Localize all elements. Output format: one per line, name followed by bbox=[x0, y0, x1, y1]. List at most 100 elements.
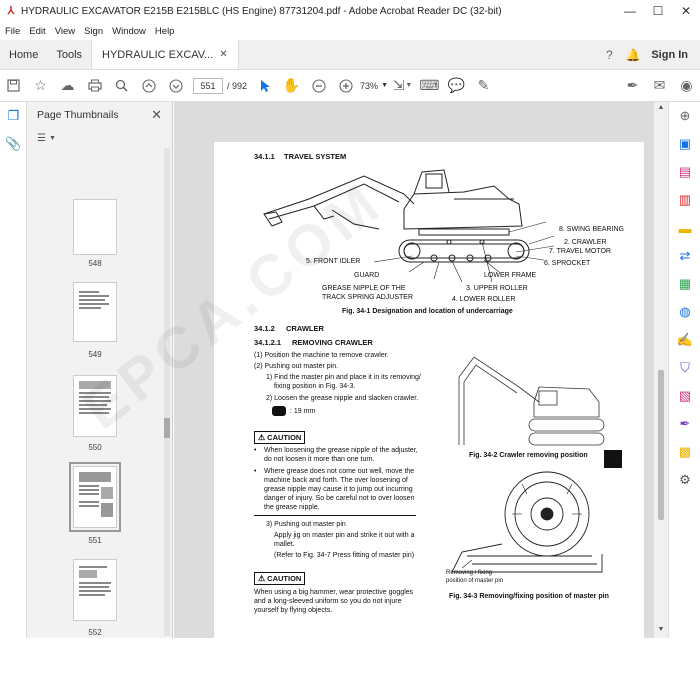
label-guard: GUARD bbox=[354, 272, 380, 279]
label-upper-roller: 3. UPPER ROLLER bbox=[466, 285, 528, 292]
menu-window[interactable]: Window bbox=[112, 26, 146, 37]
label-grease-nipple-2: TRACK SPRING ADJUSTER bbox=[322, 294, 414, 301]
account-icon[interactable]: ◉ bbox=[673, 74, 700, 98]
zoom-level-select[interactable]: 73% ▼ bbox=[359, 78, 389, 94]
sign-pen-icon[interactable]: ✒ bbox=[619, 74, 646, 98]
scroll-up-icon[interactable]: ▲ bbox=[654, 104, 668, 111]
notifications-bell-icon[interactable]: 🔔 bbox=[621, 48, 645, 62]
more-tools-icon[interactable]: ⚙ bbox=[669, 466, 700, 494]
previous-page-icon[interactable] bbox=[135, 74, 162, 98]
prepare-form-icon[interactable]: ▧ bbox=[669, 382, 700, 410]
thumbnail-panel-scrollbar[interactable] bbox=[164, 148, 170, 636]
main-toolbar: ☆ ☁ 551 / 992 ✋ 73% ▼ ⇲ ▼ ⌨ 💬 ✎ ✒ ✉ ◉ bbox=[0, 70, 700, 102]
help-icon[interactable]: ? bbox=[597, 48, 621, 62]
label-front-idler: 5. FRONT IDLER bbox=[306, 258, 361, 265]
close-window-button[interactable]: ✕ bbox=[672, 4, 700, 18]
fill-sign-icon[interactable]: ✍ bbox=[669, 326, 700, 354]
pen-highlight-icon[interactable]: ✎ bbox=[470, 74, 497, 98]
scroll-down-icon[interactable]: ▼ bbox=[654, 626, 668, 633]
compress-icon[interactable]: ▦ bbox=[669, 270, 700, 298]
step-2-3: 3) Pushing out master pin bbox=[266, 521, 346, 528]
document-scrollbar[interactable]: ▲ ▼ bbox=[654, 102, 668, 638]
thumbnail-label: 550 bbox=[88, 443, 102, 452]
document-viewport[interactable]: 34.1.1 TRAVEL SYSTEM 8. SWING BEARING 2.… bbox=[174, 102, 654, 638]
step-2-1b: fixing position in Fig. 34-3. bbox=[274, 383, 356, 390]
page-thumbnail-549[interactable] bbox=[73, 282, 117, 342]
keyboard-icon[interactable]: ⌨ bbox=[416, 74, 443, 98]
page-thumbnails-panel: Page Thumbnails ✕ ☰ ▼ bbox=[27, 102, 173, 638]
wrench-icon bbox=[272, 406, 286, 416]
chevron-down-icon: ▼ bbox=[48, 134, 56, 142]
menu-file[interactable]: File bbox=[5, 26, 20, 37]
export-pdf-icon[interactable]: ▥ bbox=[669, 186, 700, 214]
tab-home[interactable]: Home bbox=[0, 40, 47, 69]
minimize-button[interactable]: — bbox=[616, 4, 644, 18]
scrollbar-thumb[interactable] bbox=[658, 370, 664, 520]
step-2-2: 2) Loosen the grease nipple and slacken … bbox=[266, 395, 419, 402]
label-sprocket: 6. SPROCKET bbox=[544, 260, 591, 267]
tab-tools[interactable]: Tools bbox=[47, 40, 91, 69]
page-thumbnail-550[interactable] bbox=[73, 375, 117, 437]
upload-cloud-icon[interactable]: ☁ bbox=[54, 74, 81, 98]
caution-text: do not loosen it more than one turn. bbox=[264, 456, 375, 463]
close-panel-icon[interactable]: ✕ bbox=[151, 107, 162, 123]
section-number: 34.1.1 bbox=[254, 152, 275, 161]
email-icon[interactable]: ✉ bbox=[646, 74, 673, 98]
zoom-out-icon[interactable] bbox=[305, 74, 332, 98]
panel-title: Page Thumbnails bbox=[37, 109, 119, 121]
menu-view[interactable]: View bbox=[55, 26, 75, 37]
stamp-icon[interactable]: ▩ bbox=[669, 438, 700, 466]
options-list-icon: ☰ bbox=[37, 132, 46, 144]
menu-help[interactable]: Help bbox=[155, 26, 175, 37]
section-number: 34.1.2 bbox=[254, 324, 275, 333]
comment-tool-icon[interactable]: ▬ bbox=[669, 214, 700, 242]
section-title: CRAWLER bbox=[286, 324, 324, 333]
organize-pages-icon[interactable]: ▤ bbox=[669, 158, 700, 186]
label-swing-bearing: 8. SWING BEARING bbox=[559, 226, 624, 233]
caution-label: CAUTION bbox=[267, 433, 302, 442]
menu-edit[interactable]: Edit bbox=[29, 26, 45, 37]
menu-bar: File Edit View Sign Window Help bbox=[0, 22, 700, 40]
print-icon[interactable] bbox=[81, 74, 108, 98]
bookmark-star-icon[interactable]: ☆ bbox=[27, 74, 54, 98]
maximize-button[interactable]: ☐ bbox=[644, 4, 672, 18]
tab-document[interactable]: HYDRAULIC EXCAV... ✕ bbox=[91, 40, 239, 69]
caution-text: yourself by flying objects. bbox=[254, 607, 333, 614]
hand-tool-icon[interactable]: ✋ bbox=[278, 74, 305, 98]
step-2: (2) Pushing out master pin. bbox=[254, 363, 339, 370]
zoom-in-icon[interactable] bbox=[332, 74, 359, 98]
step-2-3b: mallet. bbox=[274, 541, 295, 548]
comment-icon[interactable]: 💬 bbox=[443, 74, 470, 98]
next-page-icon[interactable] bbox=[162, 74, 189, 98]
page-thumbnail-551-selected[interactable] bbox=[69, 462, 121, 532]
send-signature-icon[interactable]: ✒ bbox=[669, 410, 700, 438]
translate-icon[interactable]: ⇄ bbox=[669, 242, 700, 270]
sign-in-button[interactable]: Sign In bbox=[645, 49, 700, 61]
caution-box-1: ⚠ CAUTION bbox=[254, 431, 306, 444]
save-icon[interactable] bbox=[0, 74, 27, 98]
select-pointer-icon[interactable] bbox=[251, 74, 278, 98]
thumbnail-options-menu[interactable]: ☰ ▼ bbox=[27, 128, 172, 148]
step-1: (1) Position the machine to remove crawl… bbox=[254, 352, 389, 359]
find-magnifier-icon[interactable] bbox=[108, 74, 135, 98]
left-navigation-rail: ❐ 📎 bbox=[0, 102, 27, 638]
page-thumbnail-548[interactable] bbox=[73, 199, 117, 255]
figure-caption-34-2: Fig. 34-2 Crawler removing position bbox=[469, 452, 588, 459]
menu-sign[interactable]: Sign bbox=[84, 26, 103, 37]
fit-page-icon[interactable]: ⇲ ▼ bbox=[389, 74, 416, 98]
page-thumbnails-icon[interactable]: ❐ bbox=[0, 102, 27, 130]
label-crawler: 2. CRAWLER bbox=[564, 239, 607, 246]
bullet-icon: • bbox=[254, 468, 257, 475]
undercarriage-diagram bbox=[263, 169, 555, 282]
current-page-input[interactable]: 551 bbox=[193, 77, 223, 94]
close-tab-icon[interactable]: ✕ bbox=[219, 49, 227, 60]
page-thumbnail-552[interactable] bbox=[73, 559, 117, 621]
protect-shield-icon[interactable]: ⛉ bbox=[669, 354, 700, 382]
attachments-paperclip-icon[interactable]: 📎 bbox=[0, 130, 27, 158]
zoom-tool-icon[interactable]: ⊕ bbox=[669, 102, 700, 130]
document-page: 34.1.1 TRAVEL SYSTEM 8. SWING BEARING 2.… bbox=[214, 142, 644, 638]
create-pdf-icon[interactable]: ▣ bbox=[669, 130, 700, 158]
scan-ocr-icon[interactable]: ◍ bbox=[669, 298, 700, 326]
thumbnail-label: 552 bbox=[88, 628, 102, 637]
step-2-3c: (Refer to Fig. 34-7 Press fitting of mas… bbox=[274, 552, 415, 559]
